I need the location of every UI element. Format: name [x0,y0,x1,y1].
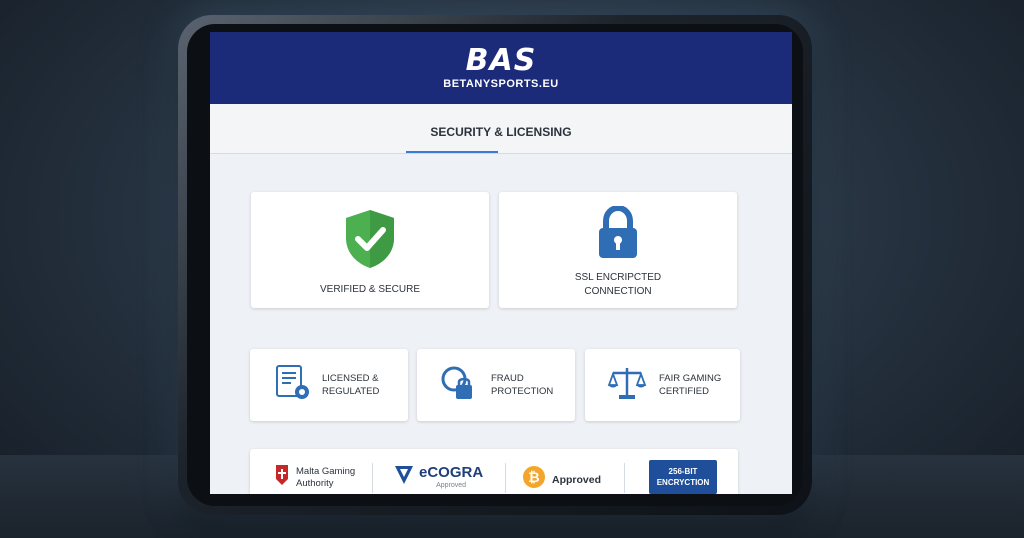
licensed-label-line2: REGULATED [322,386,380,397]
malta-label-line2: Authority [296,477,334,489]
ecogra-logo-icon [393,463,415,492]
ssl-label-line2: CONNECTION [584,286,652,297]
malta-cross-icon [274,463,290,492]
malta-label-line1: Malta Gaming [296,465,356,477]
section-title-bar: SECURITY & LICENSING [210,104,792,154]
encryption-label-line1: 256-BIT [668,467,698,476]
licensed-label-line1: LICENSED & [322,373,379,384]
site-header: BAS BETANYSPORTS.EU [210,32,792,104]
padlock-icon [499,204,737,265]
certification-strip: Malta Gaming Authority eCOGRA Approved ₿… [250,449,738,494]
svg-text:₿: ₿ [528,469,539,485]
fair-gaming-label-line2: CERTIFIED [659,386,709,397]
ssl-label-line1: SSL ENCRIPCTED [574,272,662,283]
ssl-connection-card[interactable]: SSL ENCRIPCTED CONNECTION [499,192,737,308]
badge-divider [505,463,506,493]
fair-gaming-card[interactable]: FAIR GAMING CERTIFIED [585,349,740,421]
fraud-protection-card[interactable]: FRAUD PROTECTION [417,349,575,421]
badge-divider [372,463,373,493]
ecogra-badge[interactable]: eCOGRA Approved [393,463,483,492]
shield-check-icon [251,208,489,275]
fraud-label-line1: FRAUD [491,373,524,384]
licensed-regulated-card[interactable]: LICENSED & REGULATED [250,349,408,421]
brand-logo-text[interactable]: BETANYSPORTS.EU [443,78,558,90]
bitcoin-icon: ₿ [522,465,546,494]
badge-divider [624,463,625,493]
page-title: SECURITY & LICENSING [430,125,572,139]
ecogra-sub-label: Approved [436,482,467,489]
fraud-label-line2: PROTECTION [491,386,554,397]
tablet-screen: BAS BETANYSPORTS.EU SECURITY & LICENSING… [210,32,792,494]
verified-secure-card[interactable]: VERIFIED & SECURE [251,192,489,308]
brand-logo-mark[interactable]: BAS [466,46,537,76]
ecogra-label: eCOGRA [419,464,484,481]
fair-gaming-label-line1: FAIR GAMING [659,373,722,384]
malta-gaming-badge[interactable]: Malta Gaming Authority [274,463,355,492]
encryption-label-line2: ENCRYCTION [656,478,710,487]
verified-secure-label: VERIFIED & SECURE [319,284,421,295]
encryption-badge[interactable]: 256-BIT ENCRYCTION [649,460,717,494]
bitcoin-approved-badge[interactable]: ₿ Approved [522,465,601,494]
certificate-gear-icon [274,364,312,407]
search-lock-icon [439,364,477,407]
title-underline [406,151,498,153]
bitcoin-approved-label: Approved [552,473,602,486]
scales-icon [607,365,647,406]
